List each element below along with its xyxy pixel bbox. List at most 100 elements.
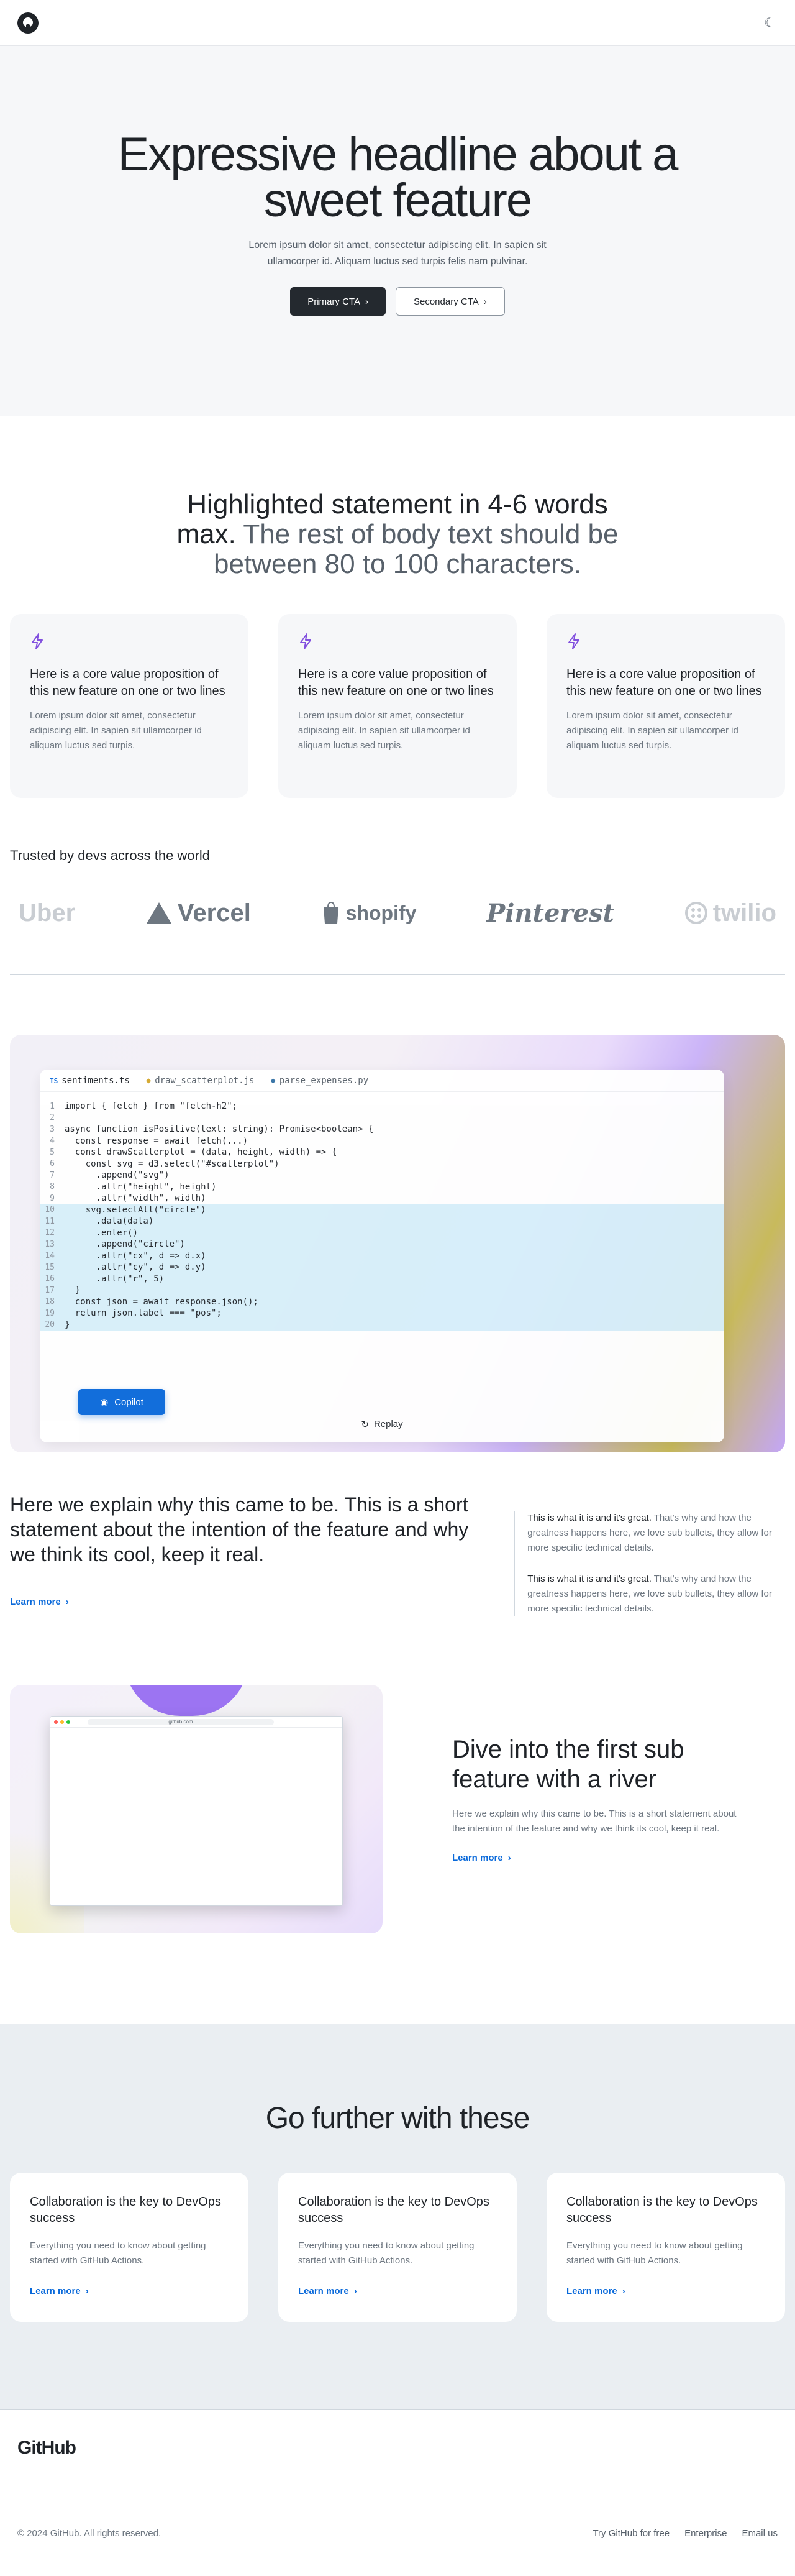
line-number: 3 [50,1124,55,1134]
learn-more-link[interactable]: Learn more › [452,1853,511,1863]
statement-section: Highlighted statement in 4-6 words max. … [0,416,795,614]
code-text: const json = await response.json(); [65,1296,258,1307]
line-number: 2 [50,1113,55,1123]
code-text: return json.label === "pos"; [65,1308,222,1319]
footer-link-email[interactable]: Email us [742,2528,778,2539]
bullet-lead: This is what it is and it's great. [527,1574,652,1584]
code-text: .append("svg") [65,1170,170,1181]
shopify-bag-icon [323,901,338,924]
maximize-dot-icon [66,1720,70,1724]
code-line: 5 const drawScatterplot = (data, height,… [40,1147,724,1158]
pillar-body: Lorem ipsum dolor sit amet, consectetur … [298,710,470,751]
code-line: 20} [40,1319,724,1331]
river-visual: github.com [10,1685,383,1933]
footer-bottom: © 2024 GitHub. All rights reserved. Try … [17,2503,778,2539]
statement-rest: The rest of body text should be between … [214,519,619,579]
line-number: 1 [50,1101,55,1111]
tab-draw-scatterplot[interactable]: ◆ draw_scatterplot.js [146,1076,255,1086]
chevron-right-icon: › [65,1597,69,1607]
line-number: 19 [45,1308,55,1318]
code-showcase: TS sentiments.ts ◆ draw_scatterplot.js ◆ pa… [10,1035,785,1452]
tab-sentiments[interactable]: TS sentiments.ts [50,1076,130,1086]
line-number: 11 [45,1216,55,1226]
twilio-wordmark: twilio [712,899,776,927]
code-line: 8 .attr("height", height) [40,1181,724,1193]
close-dot-icon [54,1720,58,1724]
bullet-list: This is what it is and it's great. That'… [514,1511,785,1616]
line-number: 6 [50,1159,55,1169]
explain-left: Here we explain why this came to be. Thi… [10,1492,477,1685]
code-line: 7 .append("svg") [40,1170,724,1181]
footer-logo[interactable]: GitHub [17,2410,778,2503]
river-section: github.com Dive into the first sub featu… [0,1685,795,2024]
card-body: Everything you need to know about gettin… [30,2240,206,2266]
hero: Expressive headline about a sweet featur… [0,46,795,416]
footer-links: Try GitHub for free Enterprise Email us [593,2528,778,2539]
line-number: 13 [45,1239,55,1249]
code-text: .attr("cy", d => d.y) [65,1262,206,1273]
card-title: Collaboration is the key to DevOps succe… [566,2195,758,2225]
code-line: 1 import { fetch } from "fetch-h2"; [40,1101,724,1112]
minimize-dot-icon [60,1720,64,1724]
code-line: 19 return json.label === "pos"; [40,1308,724,1319]
line-number: 8 [50,1182,55,1192]
card-learn-more-link[interactable]: Learn more › [30,2286,89,2296]
vercel-triangle-icon [146,902,171,924]
replay-button[interactable]: ↻ Replay [40,1419,724,1430]
code-text: .attr("cx", d => d.x) [65,1250,206,1261]
tab-parse-expenses[interactable]: ◆ parse_expenses.py [270,1076,368,1086]
river-title: Dive into the first sub feature with a r… [452,1736,684,1793]
trusted-section: Trusted by devs across the world Uber Ve… [0,848,795,975]
line-number: 10 [45,1205,55,1215]
code-text: } [65,1285,81,1296]
code-line: 13 .append("circle") [40,1239,724,1250]
secondary-cta-button[interactable]: Secondary CTA › [395,287,505,316]
uber-logo: Uber [19,899,76,927]
code-line: 2 [40,1112,724,1124]
card-learn-more-link[interactable]: Learn more › [298,2286,357,2296]
line-number: 4 [50,1136,55,1146]
moon-icon[interactable]: ☾ [759,12,780,34]
hero-title: Expressive headline about a sweet featur… [117,128,679,227]
card-title: Collaboration is the key to DevOps succe… [30,2195,221,2225]
learn-more-label: Learn more [566,2286,617,2296]
pillar-card: Here is a core value proposition of this… [10,614,248,798]
code-text: const response = await fetch(...) [65,1135,248,1146]
resource-cards: Collaboration is the key to DevOps succe… [0,2173,795,2322]
primary-cta-button[interactable]: Primary CTA › [290,287,386,316]
replay-label: Replay [373,1419,403,1429]
vercel-logo: Vercel [145,899,251,927]
code-line: 9 .attr("width", width) [40,1193,724,1204]
card-learn-more-link[interactable]: Learn more › [566,2286,625,2296]
zap-icon [30,633,46,651]
code-text: .attr("width", width) [65,1193,206,1204]
footer: GitHub © 2024 GitHub. All rights reserve… [0,2409,795,2565]
file-tabs: TS sentiments.ts ◆ draw_scatterplot.js ◆ pa… [40,1070,724,1092]
zap-icon [566,633,583,651]
logo-strip: Uber Vercel shopify Pinterest twilio [10,891,785,975]
pillar-body: Lorem ipsum dolor sit amet, consectetur … [566,710,738,751]
python-icon: ◆ [270,1075,276,1086]
copyright: © 2024 GitHub. All rights reserved. [17,2528,161,2539]
code-text: .data(data) [65,1216,154,1227]
pillar-title: Here is a core value proposition of this… [298,667,494,698]
learn-more-link[interactable]: Learn more › [10,1597,69,1607]
copilot-label: Copilot [114,1396,143,1408]
twilio-logo: twilio [684,899,776,927]
footer-link-try-free[interactable]: Try GitHub for free [593,2528,670,2539]
chevron-right-icon: › [365,296,368,307]
decorative-blob [124,1685,248,1716]
tab-label: parse_expenses.py [279,1075,369,1086]
secondary-cta-label: Secondary CTA [413,296,479,307]
trusted-heading: Trusted by devs across the world [10,848,210,863]
line-number: 20 [45,1320,55,1330]
pillar-title: Here is a core value proposition of this… [566,667,762,698]
vercel-wordmark: Vercel [177,899,251,927]
chevron-right-icon: › [622,2286,625,2296]
copilot-button[interactable]: ◉ Copilot [78,1389,165,1415]
zap-icon [298,633,314,651]
pinterest-logo: Pinterest [486,898,614,928]
github-logo-icon[interactable] [17,12,39,34]
code-line: 3 async function isPositive(text: string)… [40,1124,724,1135]
footer-link-enterprise[interactable]: Enterprise [684,2528,727,2539]
